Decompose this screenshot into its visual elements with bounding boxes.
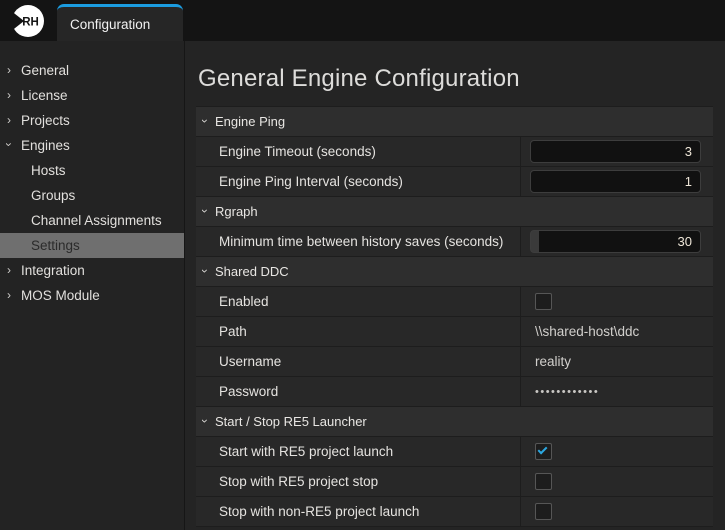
section-header-rgraph[interactable]: › Rgraph xyxy=(196,197,713,227)
chevron-down-icon: › xyxy=(199,119,211,123)
sidebar-item-mos-module[interactable]: › MOS Module xyxy=(0,283,184,308)
rh-logo-icon: RH xyxy=(11,4,45,38)
config-row-stop-with-re5: Stop with RE5 project stop xyxy=(196,467,713,497)
config-row-enabled: Enabled xyxy=(196,287,713,317)
sidebar-item-engines[interactable]: › Engines xyxy=(0,133,184,158)
sidebar-item-label: Groups xyxy=(31,188,75,203)
svg-text:RH: RH xyxy=(22,17,39,29)
stop-with-re5-checkbox[interactable] xyxy=(535,473,552,490)
page-title: General Engine Configuration xyxy=(198,65,725,93)
field-label: Username xyxy=(196,347,521,376)
sidebar-item-license[interactable]: › License xyxy=(0,83,184,108)
config-row-password: Password •••••••••••• xyxy=(196,377,713,407)
sidebar-item-label: Integration xyxy=(21,263,85,278)
start-with-re5-checkbox[interactable] xyxy=(535,443,552,460)
field-label: Path xyxy=(196,317,521,346)
sidebar-item-settings[interactable]: Settings xyxy=(0,233,184,258)
field-label: Enabled xyxy=(196,287,521,316)
sidebar-item-channel-assignments[interactable]: Channel Assignments xyxy=(0,208,184,233)
field-label: Stop with non-RE5 project launch xyxy=(196,497,521,526)
sidebar-item-label: Projects xyxy=(21,113,70,128)
field-label: Engine Timeout (seconds) xyxy=(196,137,521,166)
config-row-engine-ping-interval: Engine Ping Interval (seconds) xyxy=(196,167,713,197)
sidebar-item-label: Hosts xyxy=(31,163,66,178)
settings-table: › Engine Ping Engine Timeout (seconds) E… xyxy=(196,106,713,527)
sidebar-item-groups[interactable]: Groups xyxy=(0,183,184,208)
section-title: Start / Stop RE5 Launcher xyxy=(215,414,367,429)
sidebar: › General › License › Projects › Engines… xyxy=(0,41,185,530)
config-row-path: Path \\shared-host\ddc xyxy=(196,317,713,347)
enabled-checkbox[interactable] xyxy=(535,293,552,310)
config-row-engine-timeout: Engine Timeout (seconds) xyxy=(196,137,713,167)
field-label: Minimum time between history saves (seco… xyxy=(196,227,521,256)
main-content: General Engine Configuration › Engine Pi… xyxy=(185,41,725,530)
field-label: Stop with RE5 project stop xyxy=(196,467,521,496)
engine-ping-interval-input[interactable] xyxy=(530,170,701,193)
sidebar-item-label: Settings xyxy=(31,238,80,253)
section-header-shared-ddc[interactable]: › Shared DDC xyxy=(196,257,713,287)
sidebar-item-projects[interactable]: › Projects xyxy=(0,108,184,133)
chevron-right-icon: › xyxy=(7,64,11,76)
chevron-down-icon: › xyxy=(199,209,211,213)
chevron-down-icon: › xyxy=(199,419,211,423)
chevron-down-icon: › xyxy=(199,269,211,273)
field-label: Engine Ping Interval (seconds) xyxy=(196,167,521,196)
app-window: RH Configuration › General › License › P… xyxy=(0,0,725,530)
config-row-stop-with-non-re5: Stop with non-RE5 project launch xyxy=(196,497,713,527)
section-title: Rgraph xyxy=(215,204,258,219)
tab-bar: RH Configuration xyxy=(0,0,725,41)
chevron-right-icon: › xyxy=(7,89,11,101)
config-row-history-saves: Minimum time between history saves (seco… xyxy=(196,227,713,257)
field-label: Password xyxy=(196,377,521,406)
chevron-down-icon: › xyxy=(3,142,15,146)
password-value[interactable]: •••••••••••• xyxy=(535,386,599,398)
tab-label: Configuration xyxy=(70,17,150,32)
tab-configuration[interactable]: Configuration xyxy=(57,4,183,41)
field-label: Start with RE5 project launch xyxy=(196,437,521,466)
sidebar-item-hosts[interactable]: Hosts xyxy=(0,158,184,183)
sidebar-item-label: MOS Module xyxy=(21,288,100,303)
section-title: Engine Ping xyxy=(215,114,285,129)
checkmark-icon xyxy=(538,445,548,455)
path-value[interactable]: \\shared-host\ddc xyxy=(535,324,639,339)
section-title: Shared DDC xyxy=(215,264,289,279)
sidebar-item-general[interactable]: › General xyxy=(0,58,184,83)
chevron-right-icon: › xyxy=(7,264,11,276)
history-saves-input[interactable] xyxy=(530,230,701,253)
section-header-start-stop-re5[interactable]: › Start / Stop RE5 Launcher xyxy=(196,407,713,437)
stop-with-non-re5-checkbox[interactable] xyxy=(535,503,552,520)
section-header-engine-ping[interactable]: › Engine Ping xyxy=(196,107,713,137)
sidebar-item-label: License xyxy=(21,88,68,103)
sidebar-item-label: General xyxy=(21,63,69,78)
config-row-username: Username reality xyxy=(196,347,713,377)
sidebar-item-label: Channel Assignments xyxy=(31,213,162,228)
chevron-right-icon: › xyxy=(7,114,11,126)
sidebar-item-integration[interactable]: › Integration xyxy=(0,258,184,283)
sidebar-item-label: Engines xyxy=(21,138,70,153)
engine-timeout-input[interactable] xyxy=(530,140,701,163)
username-value[interactable]: reality xyxy=(535,354,571,369)
config-row-start-with-re5: Start with RE5 project launch xyxy=(196,437,713,467)
chevron-right-icon: › xyxy=(7,289,11,301)
